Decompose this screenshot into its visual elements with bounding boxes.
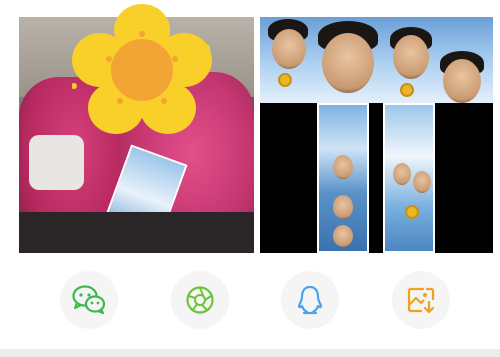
bottom-divider [0, 349, 500, 357]
share-bar [0, 265, 500, 335]
swimmer-face-4 [443, 59, 481, 103]
swimmer-face-2 [322, 33, 374, 93]
strip-face [413, 171, 431, 193]
save-image-icon [407, 287, 435, 314]
share-wechat-button[interactable] [60, 271, 118, 329]
swimmer-face-1 [272, 29, 306, 69]
photo-swimmer-collage[interactable] [260, 17, 493, 253]
strip-face [393, 163, 411, 185]
wechat-icon [72, 285, 106, 315]
moments-icon [186, 286, 214, 314]
share-sheet [0, 0, 500, 357]
flower-sticker-icon [72, 4, 212, 134]
swimmer-face-3 [393, 35, 429, 79]
share-moments-button[interactable] [171, 271, 229, 329]
share-qq-button[interactable] [281, 271, 339, 329]
save-image-button[interactable] [392, 271, 450, 329]
photo-strip-right [383, 103, 435, 253]
strip-face [333, 225, 353, 247]
medal-icon [278, 73, 292, 87]
crowd-foreground [19, 212, 254, 253]
medal-icon [405, 205, 419, 219]
handbag [29, 135, 84, 190]
photo-strip-left [317, 103, 369, 253]
qq-icon [297, 285, 323, 315]
strip-face [333, 155, 353, 179]
strip-face [333, 195, 353, 219]
medal-icon [400, 83, 414, 97]
